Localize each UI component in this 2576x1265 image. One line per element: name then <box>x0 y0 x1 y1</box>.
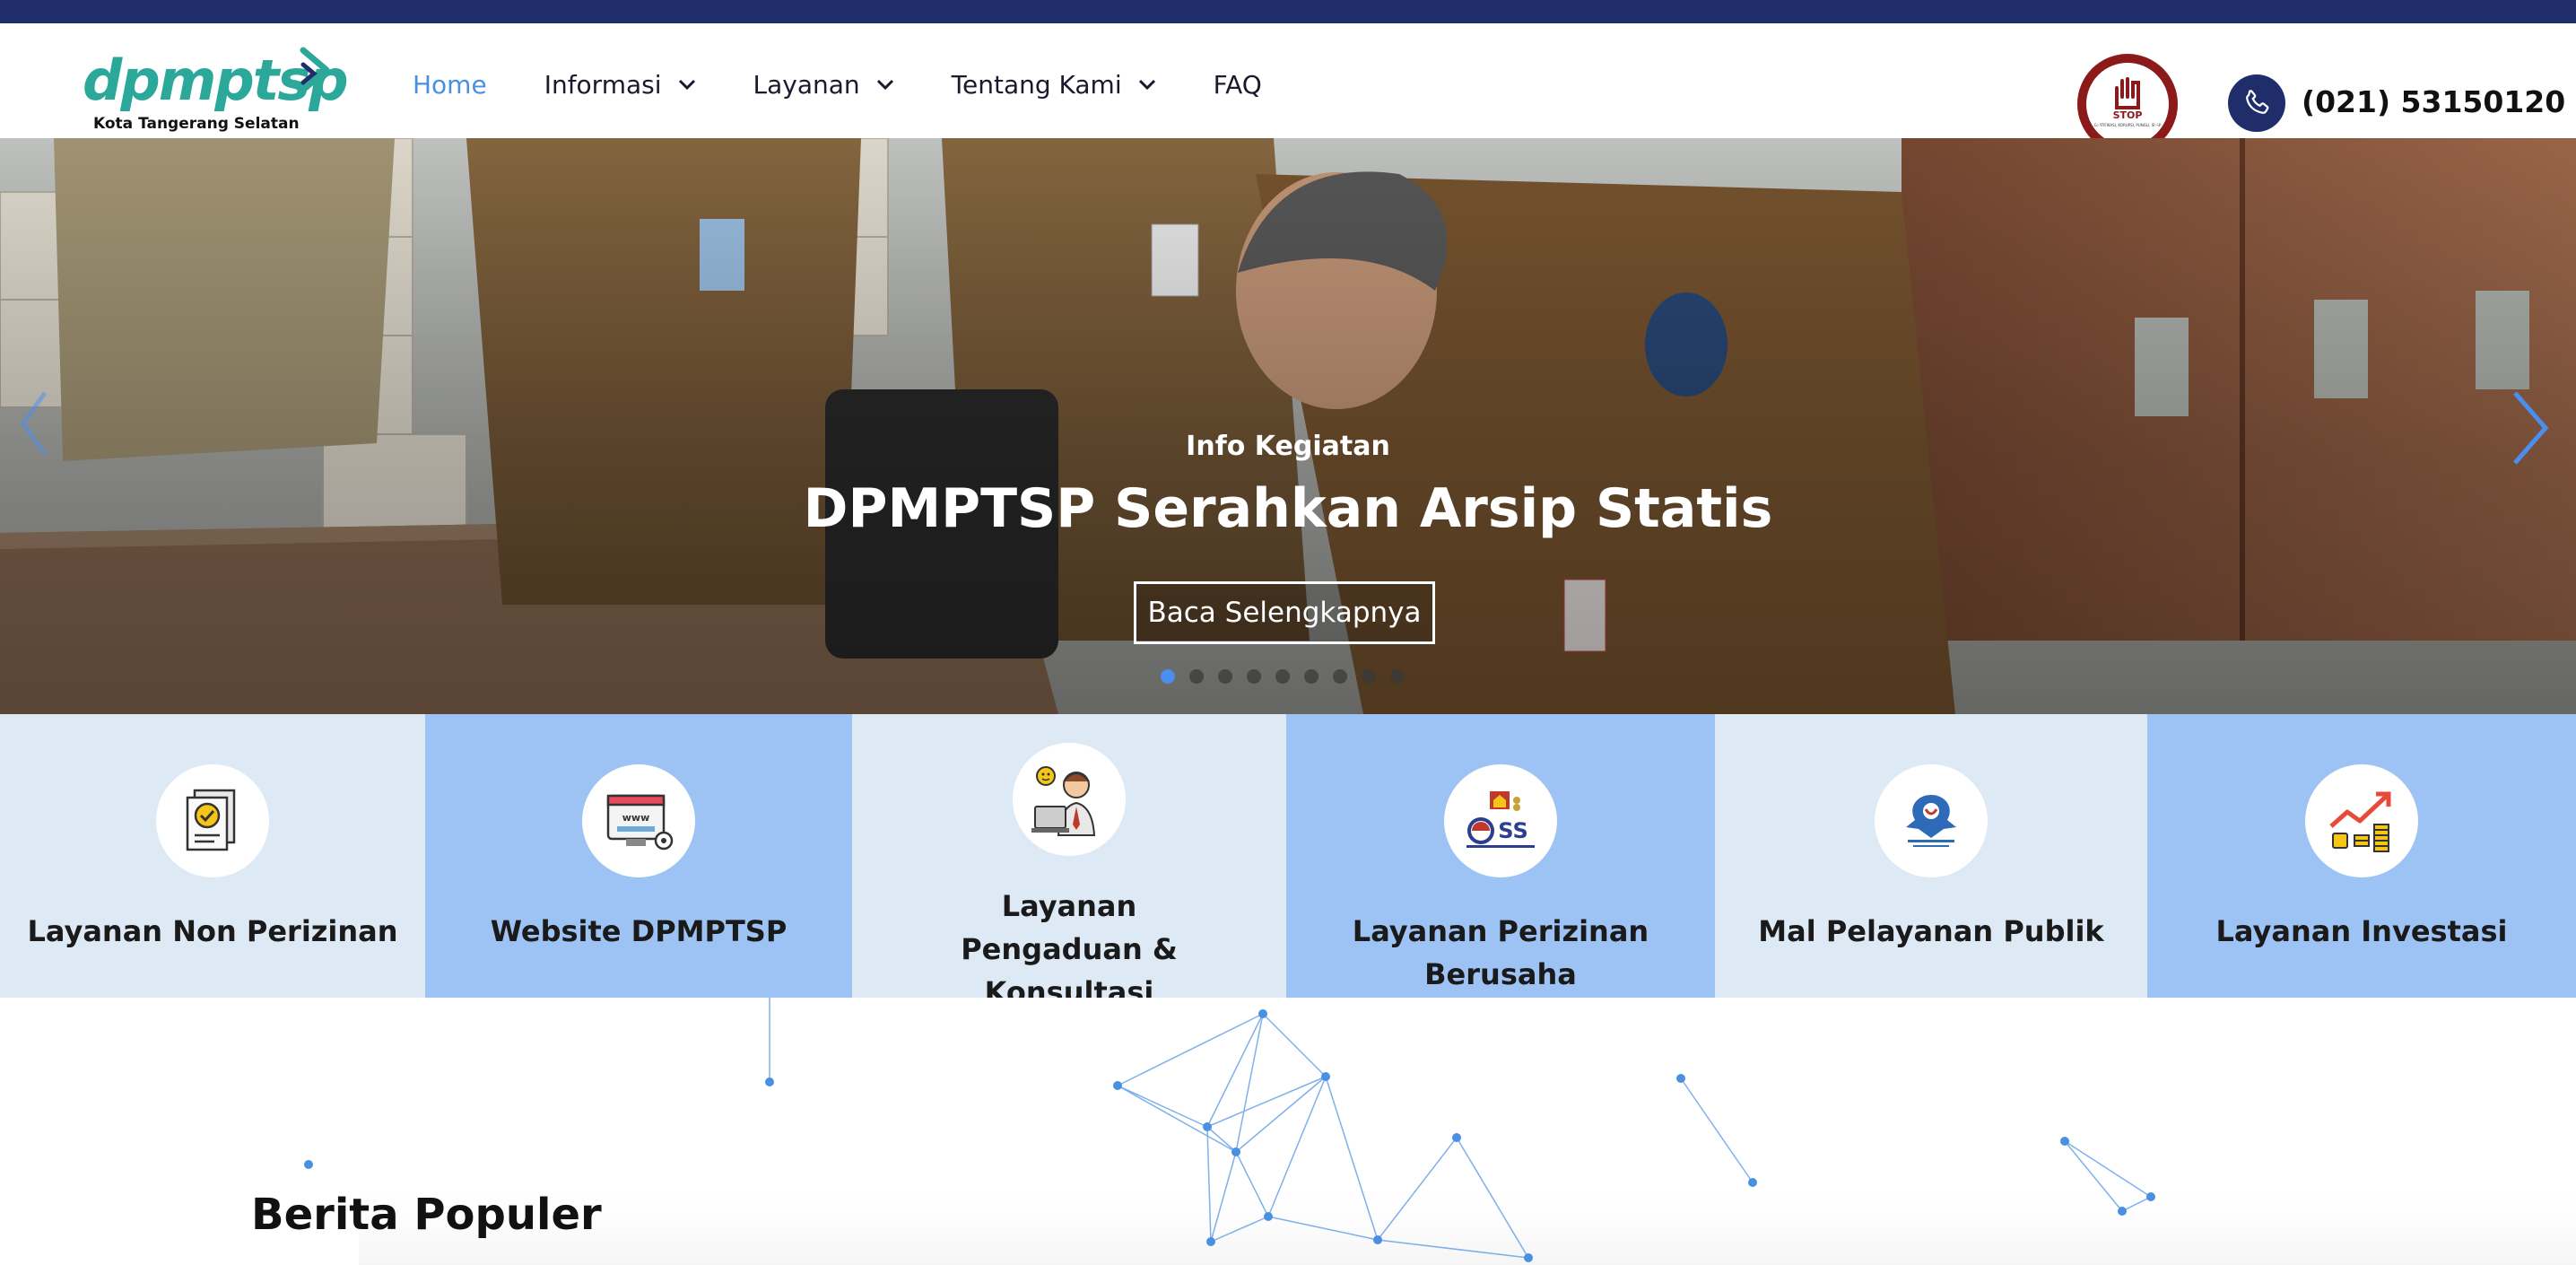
site-header: dpmptsp Kota Tangerang Selatan Home Info… <box>0 23 2576 154</box>
read-more-button[interactable]: Baca Selengkapnya <box>1134 581 1435 644</box>
customer-service-icon <box>1013 743 1126 856</box>
nav-home[interactable]: Home <box>413 70 487 100</box>
nav-layanan[interactable]: Layanan <box>753 70 894 100</box>
carousel-dot[interactable] <box>1304 669 1318 684</box>
phone-button[interactable] <box>2228 74 2285 132</box>
nav-tentang-kami[interactable]: Tentang Kami <box>952 70 1156 100</box>
hero-category: Info Kegiatan <box>1186 431 1390 462</box>
carousel-dot[interactable] <box>1333 669 1347 684</box>
nav-faq-label: FAQ <box>1213 69 1262 100</box>
svg-text:SS: SS <box>1498 818 1528 843</box>
svg-text:STOP: STOP <box>2113 109 2143 121</box>
nav-informasi-label: Informasi <box>544 69 662 100</box>
service-tile-perizinan-berusaha[interactable]: SS Layanan Perizinan Berusaha <box>1286 714 1715 998</box>
logo-subtitle: Kota Tangerang Selatan <box>93 115 300 133</box>
logo-arrow-icon <box>300 47 330 93</box>
nav-faq[interactable]: FAQ <box>1214 70 1262 100</box>
mal-pelayanan-publik-logo-icon <box>1875 764 1988 877</box>
service-label: Layanan Pengaduan & Konsultasi <box>961 889 1178 1009</box>
hero-carousel: Info Kegiatan DPMPTSP Serahkan Arsip Sta… <box>0 138 2576 714</box>
svg-text:www: www <box>622 812 650 824</box>
investment-growth-icon <box>2305 764 2418 877</box>
service-label: Mal Pelayanan Publik <box>1758 914 2104 948</box>
service-label: Layanan Perizinan Berusaha <box>1352 914 1649 991</box>
carousel-dot[interactable] <box>1161 669 1175 684</box>
carousel-dot[interactable] <box>1390 669 1405 684</box>
service-label: Website DPMPTSP <box>490 914 788 948</box>
svg-text:GRATIFIKASI, KORUPSI, PUNGLI,: GRATIFIKASI, KORUPSI, PUNGLI, SUAP <box>2094 123 2162 127</box>
chevron-down-icon <box>1138 79 1155 91</box>
chevron-down-icon <box>678 79 695 91</box>
service-tiles: Layanan Non Perizinan www Website DPMPTS… <box>0 714 2576 1009</box>
phone-icon <box>2246 90 2269 114</box>
popular-news-section: Berita Populer <box>0 998 2576 1265</box>
site-logo[interactable]: dpmptsp Kota Tangerang Selatan <box>83 41 352 133</box>
phone-number[interactable]: (021) 53150120 <box>2302 84 2565 119</box>
service-tile-pengaduan[interactable]: Layanan Pengaduan & Konsultasi <box>852 714 1286 1009</box>
service-label: Layanan Investasi <box>2215 914 2508 948</box>
carousel-dot[interactable] <box>1189 669 1204 684</box>
service-tile-website[interactable]: www Website DPMPTSP <box>425 714 852 998</box>
chevron-down-icon <box>876 79 893 91</box>
oss-logo-icon: SS <box>1444 764 1557 877</box>
main-nav: Home Informasi Layanan Tentang Kami FAQ <box>413 66 1319 102</box>
carousel-dot[interactable] <box>1275 669 1290 684</box>
nav-home-label: Home <box>413 69 487 100</box>
website-browser-icon: www <box>582 764 695 877</box>
nav-informasi[interactable]: Informasi <box>544 70 696 100</box>
carousel-dot[interactable] <box>1362 669 1376 684</box>
section-title: Berita Populer <box>251 1190 602 1240</box>
nav-tentang-kami-label: Tentang Kami <box>951 69 1122 100</box>
service-label: Layanan Non Perizinan <box>27 914 398 948</box>
service-tile-mal-pelayanan[interactable]: Mal Pelayanan Publik <box>1715 714 2147 998</box>
carousel-dot[interactable] <box>1218 669 1232 684</box>
hero-title: DPMPTSP Serahkan Arsip Statis <box>803 477 1773 540</box>
service-tile-non-perizinan[interactable]: Layanan Non Perizinan <box>0 714 425 998</box>
service-tile-investasi[interactable]: Layanan Investasi <box>2147 714 2576 998</box>
nav-layanan-label: Layanan <box>753 69 860 100</box>
carousel-dot[interactable] <box>1247 669 1261 684</box>
top-accent-bar <box>0 0 2576 23</box>
document-check-icon <box>156 764 269 877</box>
carousel-indicators <box>1161 669 1419 684</box>
